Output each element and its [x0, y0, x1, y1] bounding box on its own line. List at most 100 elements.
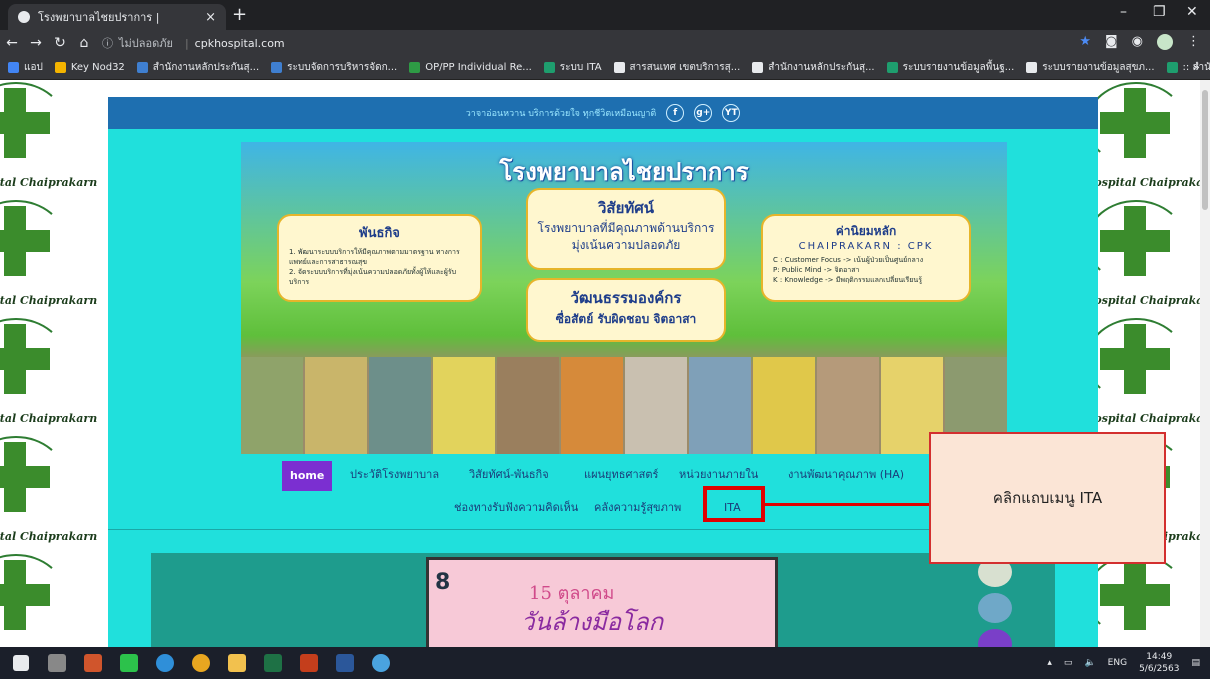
- bookmark-item[interactable]: OP/PP Individual Re...: [409, 62, 532, 73]
- camera-extension-icon[interactable]: ◙: [1105, 34, 1118, 50]
- bookmark-item[interactable]: สำนักงานหลักประกันสุ...: [752, 60, 875, 75]
- info-icon[interactable]: ⓘ: [102, 35, 113, 51]
- watermark-text: Hospital Chaiprakarn: [0, 176, 98, 189]
- bookmark-label: ระบบรายงานข้อมูลพื้นฐ...: [902, 62, 1015, 73]
- values-heading: ค่านิยมหลัก: [835, 224, 897, 238]
- word-icon[interactable]: [330, 651, 360, 675]
- facebook-icon[interactable]: f: [666, 104, 685, 122]
- site-favicon-icon: [18, 11, 30, 23]
- address-bar[interactable]: ⓘ ไม่ปลอดภัย | cpkhospital.com: [102, 32, 1162, 54]
- bookmark-item[interactable]: สำนักงานหลักประกันสุ...: [136, 60, 260, 75]
- home-icon[interactable]: ⌂: [72, 35, 96, 51]
- bookmark-item[interactable]: :: สำนักงานสาธารณสุข...: [1166, 60, 1210, 75]
- handwashing-poster[interactable]: 8 15 ตุลาคม วันล้างมือโลก: [426, 557, 778, 647]
- collage-photo: [369, 357, 431, 454]
- app-arrow-icon[interactable]: [78, 651, 108, 675]
- side-thumbnail[interactable]: [978, 629, 1012, 647]
- system-tray: ▴ ▭ 🔈 ENG 14:49 5/6/2563 ▤: [1047, 647, 1200, 679]
- hospital-logo-pattern: Hospital Chaiprakarn: [1080, 198, 1200, 316]
- tray-chevron-icon[interactable]: ▴: [1047, 658, 1052, 668]
- maximize-button[interactable]: ❐: [1153, 4, 1166, 20]
- forward-arrow-icon[interactable]: →: [24, 35, 48, 51]
- bookmark-label: สารสนเทศ เขตบริการสุ...: [629, 62, 741, 73]
- bookmark-label: แอป: [24, 62, 43, 73]
- collage-photo: [817, 357, 879, 454]
- network-icon[interactable]: ▭: [1064, 658, 1073, 668]
- page-viewport: Hospital Chaiprakarn Hospital Chaiprakarn…: [0, 80, 1200, 647]
- bookmarks-bar: แอป Key Nod32 สำนักงานหลักประกันสุ... ระบบจ…: [0, 56, 1210, 80]
- menu-history[interactable]: ประวัติโรงพยาบาล: [350, 461, 439, 489]
- tab-title: โรงพยาบาลไชยปราการ |: [38, 11, 160, 24]
- bookmark-label: ระบบ ITA: [559, 62, 602, 73]
- camera-app-icon[interactable]: [366, 651, 396, 675]
- menu-internal-units[interactable]: หน่วยงานภายใน: [679, 461, 758, 489]
- bookmark-favicon-icon: [136, 62, 148, 73]
- poster-title: วันล้างมือโลก: [521, 608, 664, 636]
- clock[interactable]: 14:49 5/6/2563: [1139, 651, 1179, 675]
- windows-start-icon[interactable]: [6, 651, 36, 675]
- bookmark-item[interactable]: แอป: [8, 60, 43, 75]
- back-arrow-icon[interactable]: ←: [0, 35, 24, 51]
- line-app-icon[interactable]: [114, 651, 144, 675]
- reload-icon[interactable]: ↻: [48, 35, 72, 51]
- profile-avatar[interactable]: [1157, 34, 1173, 50]
- volume-icon[interactable]: 🔈: [1084, 658, 1095, 668]
- menu-health-knowledge[interactable]: คลังความรู้สุขภาพ: [594, 494, 681, 522]
- menu-home[interactable]: home: [282, 461, 333, 491]
- tab-close-icon[interactable]: ×: [205, 10, 216, 25]
- qr-app-icon[interactable]: [42, 651, 72, 675]
- chrome-browser-icon[interactable]: [186, 651, 216, 675]
- hospital-logo-pattern: Hospital Chaiprakarn: [0, 198, 97, 316]
- green-cross-icon: [0, 230, 50, 252]
- youtube-icon[interactable]: YT: [722, 104, 741, 122]
- windows-taskbar: ▴ ▭ 🔈 ENG 14:49 5/6/2563 ▤: [0, 647, 1210, 679]
- security-label: ไม่ปลอดภัย: [119, 37, 173, 50]
- banner-title: โรงพยาบาลไชยปราการ: [499, 157, 749, 186]
- menu-vision-mission[interactable]: วิสัยทัศน์-พันธกิจ: [469, 461, 549, 489]
- notification-icon[interactable]: ▤: [1191, 658, 1200, 668]
- annotation-pointer-line: [764, 503, 930, 506]
- language-indicator[interactable]: ENG: [1108, 658, 1127, 668]
- bookmark-star-icon[interactable]: ★: [1079, 34, 1091, 50]
- bookmark-favicon-icon: [543, 62, 555, 73]
- bookmark-item[interactable]: ระบบจัดการบริหารจัดก...: [271, 60, 397, 75]
- powerpoint-icon[interactable]: [294, 651, 324, 675]
- menu-kebab-icon[interactable]: ⋮: [1187, 34, 1200, 50]
- excel-icon[interactable]: [258, 651, 288, 675]
- url-text[interactable]: cpkhospital.com: [195, 37, 285, 50]
- google-plus-icon[interactable]: g+: [694, 104, 713, 122]
- bookmark-favicon-icon: [271, 62, 283, 73]
- vision-box: วิสัยทัศน์ โรงพยาบาลที่มีคุณภาพด้านบริกา…: [526, 188, 726, 270]
- hospital-banner: โรงพยาบาลไชยปราการ พันธกิจ 1. พัฒนาระบบบ…: [241, 142, 1007, 454]
- bookmark-item[interactable]: ระบบ ITA: [543, 60, 602, 75]
- bookmark-label: สำนักงานหลักประกันสุ...: [152, 62, 260, 73]
- bookmark-label: OP/PP Individual Re...: [425, 62, 532, 73]
- browser-tab[interactable]: โรงพยาบาลไชยปราการ | ×: [8, 4, 226, 30]
- content-slider: 8 15 ตุลาคม วันล้างมือโลก: [151, 553, 1055, 647]
- menu-feedback[interactable]: ช่องทางรับฟังความคิดเห็น: [454, 494, 578, 522]
- bookmarks-overflow-button[interactable]: »: [1193, 60, 1200, 74]
- values-c: C : Customer Focus -> เน้นผู้ป่วยเป็นศูน…: [773, 256, 924, 264]
- minimize-button[interactable]: –: [1120, 4, 1127, 20]
- bookmark-item[interactable]: ระบบรายงานข้อมูลสุขภ...: [1026, 60, 1155, 75]
- page-scrollbar[interactable]: [1200, 80, 1210, 647]
- watermark-text: Hospital Chaiprakarn: [1084, 412, 1200, 425]
- bookmark-item[interactable]: สารสนเทศ เขตบริการสุ...: [613, 60, 741, 75]
- bookmark-item[interactable]: Key Nod32: [54, 62, 125, 73]
- scrollbar-thumb[interactable]: [1202, 90, 1208, 210]
- file-explorer-icon[interactable]: [222, 651, 252, 675]
- menu-quality-ha[interactable]: งานพัฒนาคุณภาพ (HA): [788, 461, 904, 489]
- close-window-button[interactable]: ✕: [1186, 4, 1198, 20]
- side-thumbnail[interactable]: [978, 593, 1012, 623]
- edge-browser-icon[interactable]: [150, 651, 180, 675]
- menu-strategy[interactable]: แผนยุทธศาสตร์: [584, 461, 658, 489]
- green-cross-icon: [1100, 112, 1170, 134]
- bookmark-item[interactable]: ระบบรายงานข้อมูลพื้นฐ...: [886, 60, 1015, 75]
- bookmark-label: สำนักงานหลักประกันสุ...: [768, 62, 875, 73]
- values-subheading: CHAIPRAKARN : CPK: [798, 241, 934, 252]
- record-extension-icon[interactable]: ◉: [1132, 34, 1143, 50]
- new-tab-button[interactable]: +: [232, 5, 247, 25]
- collage-photo: [561, 357, 623, 454]
- values-p: P: Public Mind -> จิตอาสา: [773, 266, 860, 274]
- values-k: K : Knowledge -> มีพฤติกรรมแลกเปลี่ยนเรี…: [773, 276, 922, 284]
